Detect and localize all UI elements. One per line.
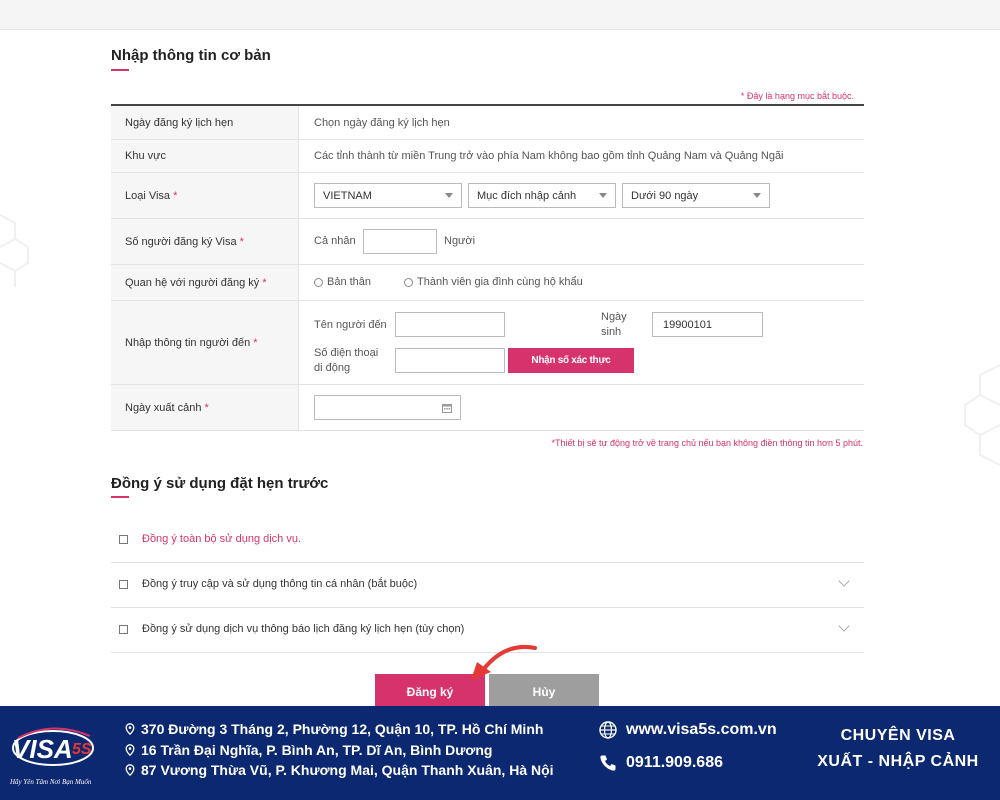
location-pin-icon	[125, 764, 135, 776]
address-3: 87 Vương Thừa Vũ, P. Khương Mai, Quận Th…	[125, 762, 554, 778]
location-pin-icon	[125, 744, 135, 756]
radio-self-label: Bản thân	[327, 276, 372, 288]
svg-text:VISA: VISA	[12, 734, 73, 764]
dob-label-line1: Ngày	[601, 311, 627, 323]
purpose-select[interactable]: Mục đích nhập cảnh	[468, 183, 616, 208]
visitor-name-label: Tên người đến	[314, 319, 387, 331]
region-row: Khu vực Các tỉnh thành từ miền Trung trở…	[111, 140, 864, 173]
visa-type-label-text: Loại Visa	[125, 189, 171, 202]
visitor-name-input[interactable]	[395, 312, 505, 337]
region-value: Các tỉnh thành từ miền Trung trở vào phí…	[314, 150, 784, 162]
svg-text:Hãy Yên Tâm Nơi Bạn Muốn: Hãy Yên Tâm Nơi Bạn Muốn	[9, 778, 92, 786]
phone-label-line1: Số điện thoại	[314, 347, 379, 359]
address-2-text: 16 Trần Đại Nghĩa, P. Bình An, TP. Dĩ An…	[141, 742, 493, 758]
slogan-line-2: XUẤT - NHẬP CẢNH	[817, 753, 979, 770]
applicant-count-row: Số người đăng ký Visa * Cả nhân Người	[111, 219, 864, 265]
country-select[interactable]: VIETNAM	[314, 183, 462, 208]
title-underline	[111, 496, 129, 498]
website-link[interactable]: www.visa5s.com.vn	[599, 721, 777, 739]
address-1: 370 Đường 3 Tháng 2, Phường 12, Quận 10,…	[125, 721, 543, 737]
visitor-info-row: Nhập thông tin người đến * Tên người đến …	[111, 301, 864, 385]
relationship-row: Quan hệ với người đăng ký * Bản thân Thàn…	[111, 265, 864, 301]
basic-info-form: Ngày đăng ký lịch hẹn Chọn ngày đăng ký …	[111, 104, 864, 431]
consent-personal-info-checkbox[interactable]	[119, 580, 128, 589]
duration-select[interactable]: Dưới 90 ngày	[622, 183, 770, 208]
visa5s-logo: VISA 5S Hãy Yên Tâm Nơi Bạn Muốn	[9, 727, 94, 786]
visa-type-label: Loại Visa *	[111, 173, 299, 218]
required-asterisk: *	[239, 235, 244, 248]
exit-date-label-text: Ngày xuất cảnh	[125, 401, 202, 414]
country-select-value: VIETNAM	[323, 189, 372, 202]
top-bar	[0, 0, 1000, 30]
exit-date-row: Ngày xuất cảnh *	[111, 385, 864, 431]
phone-input[interactable]	[395, 348, 505, 373]
svg-text:5S: 5S	[72, 741, 92, 758]
required-asterisk: *	[204, 401, 209, 414]
decorative-pattern-right	[964, 364, 1000, 466]
globe-icon	[599, 721, 617, 739]
appointment-date-label: Ngày đăng ký lịch hẹn	[111, 106, 299, 139]
visitor-info-label: Nhập thông tin người đến *	[111, 301, 299, 384]
duration-select-value: Dưới 90 ngày	[631, 189, 699, 202]
get-verification-code-button[interactable]: Nhận số xác thực	[508, 348, 634, 373]
applicant-count-input[interactable]	[363, 229, 437, 254]
required-note: * Đây là hạng mục bắt buộc.	[740, 91, 854, 101]
chevron-down-icon[interactable]	[838, 575, 850, 587]
phone-link[interactable]: 0911.909.686	[599, 754, 723, 772]
slogan-line-1: CHUYÊN VISA	[840, 727, 956, 744]
dob-input[interactable]: 19900101	[652, 312, 763, 337]
chevron-down-icon	[753, 193, 761, 198]
radio-family[interactable]	[404, 278, 413, 287]
consent-personal-info-label: Đồng ý truy cập và sử dụng thông tin cá …	[142, 578, 418, 590]
decorative-pattern-left	[0, 214, 29, 287]
radio-family-label: Thành viên gia đình cùng hộ khẩu	[417, 276, 583, 288]
chevron-down-icon[interactable]	[838, 620, 850, 632]
applicant-count-label-text: Số người đăng ký Visa	[125, 235, 237, 248]
location-pin-icon	[125, 723, 135, 735]
appointment-date-row: Ngày đăng ký lịch hẹn Chọn ngày đăng ký …	[111, 106, 864, 140]
consent-title: Đồng ý sử dụng đặt hẹn trước	[111, 475, 329, 492]
website-text: www.visa5s.com.vn	[626, 721, 777, 738]
required-asterisk: *	[173, 189, 178, 202]
relationship-label-text: Quan hệ với người đăng ký	[125, 276, 260, 289]
required-asterisk: *	[253, 336, 258, 349]
purpose-select-value: Mục đích nhập cảnh	[477, 189, 577, 202]
consent-item-personal-info[interactable]: Đồng ý truy cập và sử dụng thông tin cá …	[111, 563, 864, 608]
annotation-arrow-icon	[471, 645, 537, 680]
appointment-date-label-text: Ngày đăng ký lịch hẹn	[125, 116, 234, 129]
applicant-count-suffix: Người	[444, 235, 476, 247]
consent-item-all[interactable]: Đồng ý toàn bộ sử dụng dịch vụ.	[111, 518, 864, 563]
visitor-info-label-text: Nhập thông tin người đến	[125, 336, 251, 349]
address-1-text: 370 Đường 3 Tháng 2, Phường 12, Quận 10,…	[141, 721, 544, 737]
consent-all-label: Đồng ý toàn bộ sử dụng dịch vụ.	[142, 533, 302, 545]
basic-info-title: Nhập thông tin cơ bản	[111, 47, 271, 64]
auto-return-note: *Thiết bị sẽ tự động trở về trang chủ nế…	[551, 438, 863, 448]
exit-date-label: Ngày xuất cảnh *	[111, 385, 299, 430]
title-underline	[111, 69, 129, 71]
phone-icon	[600, 755, 616, 771]
dob-label-line2: sinh	[601, 326, 622, 338]
consent-notification-label: Đồng ý sử dụng dịch vụ thông báo lịch đă…	[142, 623, 465, 635]
chevron-down-icon	[599, 193, 607, 198]
region-label-text: Khu vực	[125, 150, 166, 162]
applicant-count-prefix: Cả nhân	[314, 235, 356, 247]
consent-all-checkbox[interactable]	[119, 535, 128, 544]
address-3-text: 87 Vương Thừa Vũ, P. Khương Mai, Quận Th…	[141, 762, 554, 778]
required-asterisk: *	[262, 276, 267, 289]
radio-self[interactable]	[314, 278, 323, 287]
applicant-count-label: Số người đăng ký Visa *	[111, 219, 299, 264]
address-2: 16 Trần Đại Nghĩa, P. Bình An, TP. Dĩ An…	[125, 742, 492, 758]
phone-label-line2: di động	[314, 362, 351, 374]
calendar-icon[interactable]	[442, 403, 452, 413]
phone-text: 0911.909.686	[626, 754, 723, 771]
visa-type-row: Loại Visa * VIETNAM Mục đích nhập cảnh Dư…	[111, 173, 864, 219]
consent-notification-checkbox[interactable]	[119, 625, 128, 634]
chevron-down-icon	[445, 193, 453, 198]
exit-date-input[interactable]	[314, 395, 461, 420]
footer-banner: VISA 5S Hãy Yên Tâm Nơi Bạn Muốn 370 Đườ…	[0, 706, 1000, 800]
region-label: Khu vực	[111, 140, 299, 172]
appointment-date-picker[interactable]: Chọn ngày đăng ký lịch hẹn	[314, 106, 450, 139]
relationship-label: Quan hệ với người đăng ký *	[111, 265, 299, 300]
